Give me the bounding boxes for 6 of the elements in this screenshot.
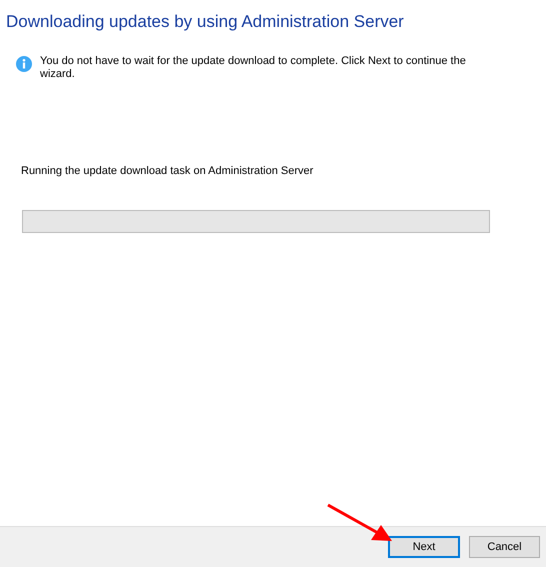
info-message: You do not have to wait for the update download to complete. Click Next to continue the wizard. <box>40 55 467 81</box>
task-label: Running the update download task on Administration Server <box>21 165 314 178</box>
info-icon <box>16 56 32 72</box>
wizard-title: Downloading updates by using Administration Server <box>6 11 404 33</box>
dialog-button[interactable]: Cancel <box>469 536 540 558</box>
dialog-button[interactable]: Next <box>388 536 460 558</box>
